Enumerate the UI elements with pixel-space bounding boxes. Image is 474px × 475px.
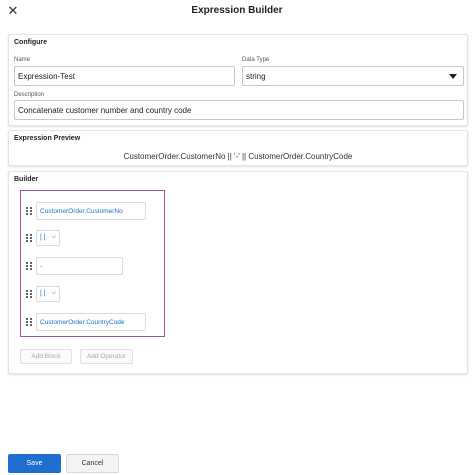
configure-title: Configure bbox=[14, 39, 48, 46]
chevron-down-icon: ⌵ bbox=[51, 290, 56, 296]
builder-block[interactable]: CustomerOrder.CustomerNo bbox=[36, 202, 146, 220]
description-label: Description bbox=[14, 92, 45, 98]
name-input[interactable]: Expression-Test bbox=[14, 66, 235, 86]
builder-block[interactable]: - bbox=[36, 257, 123, 275]
expression-preview: CustomerOrder.CustomerNo || '-' || Custo… bbox=[123, 152, 353, 161]
builder-canvas: CustomerOrder.CustomerNo | | ⌵ - | | ⌵ C… bbox=[20, 190, 165, 337]
drag-handle-icon[interactable] bbox=[26, 318, 32, 326]
builder-card: Builder CustomerOrder.CustomerNo | | ⌵ - bbox=[8, 171, 468, 374]
configure-card: Configure Name Expression-Test Data Type… bbox=[8, 34, 468, 126]
dialog-footer: Save Cancel bbox=[0, 452, 474, 475]
builder-title: Builder bbox=[14, 176, 39, 183]
caret-down-icon bbox=[449, 74, 457, 79]
save-button[interactable]: Save bbox=[8, 454, 61, 473]
add-block-button[interactable]: Add Block bbox=[20, 349, 72, 364]
preview-card: Expression Preview CustomerOrder.Custome… bbox=[8, 130, 468, 166]
data-type-label: Data Type bbox=[242, 57, 270, 63]
operator-select[interactable]: | | ⌵ bbox=[36, 230, 60, 246]
operator-value: | | bbox=[40, 234, 46, 241]
drag-handle-icon[interactable] bbox=[26, 207, 32, 215]
chevron-down-icon: ⌵ bbox=[51, 234, 56, 240]
data-type-select[interactable]: string bbox=[242, 66, 464, 86]
drag-handle-icon[interactable] bbox=[26, 234, 32, 242]
cancel-button[interactable]: Cancel bbox=[66, 454, 119, 473]
drag-handle-icon[interactable] bbox=[26, 262, 32, 270]
dialog-title: Expression Builder bbox=[191, 5, 283, 16]
builder-block[interactable]: CustomerOrder.CountryCode bbox=[36, 313, 146, 331]
data-type-value: string bbox=[246, 72, 266, 81]
dialog-header: ✕ Expression Builder bbox=[0, 0, 474, 26]
operator-value: | | bbox=[40, 290, 46, 297]
name-label: Name bbox=[14, 57, 31, 63]
drag-handle-icon[interactable] bbox=[26, 290, 32, 298]
preview-title: Expression Preview bbox=[14, 135, 81, 142]
operator-select[interactable]: | | ⌵ bbox=[36, 286, 60, 302]
add-operator-button[interactable]: Add Operator bbox=[80, 349, 133, 364]
description-input[interactable]: Concatenate customer number and country … bbox=[14, 100, 464, 120]
